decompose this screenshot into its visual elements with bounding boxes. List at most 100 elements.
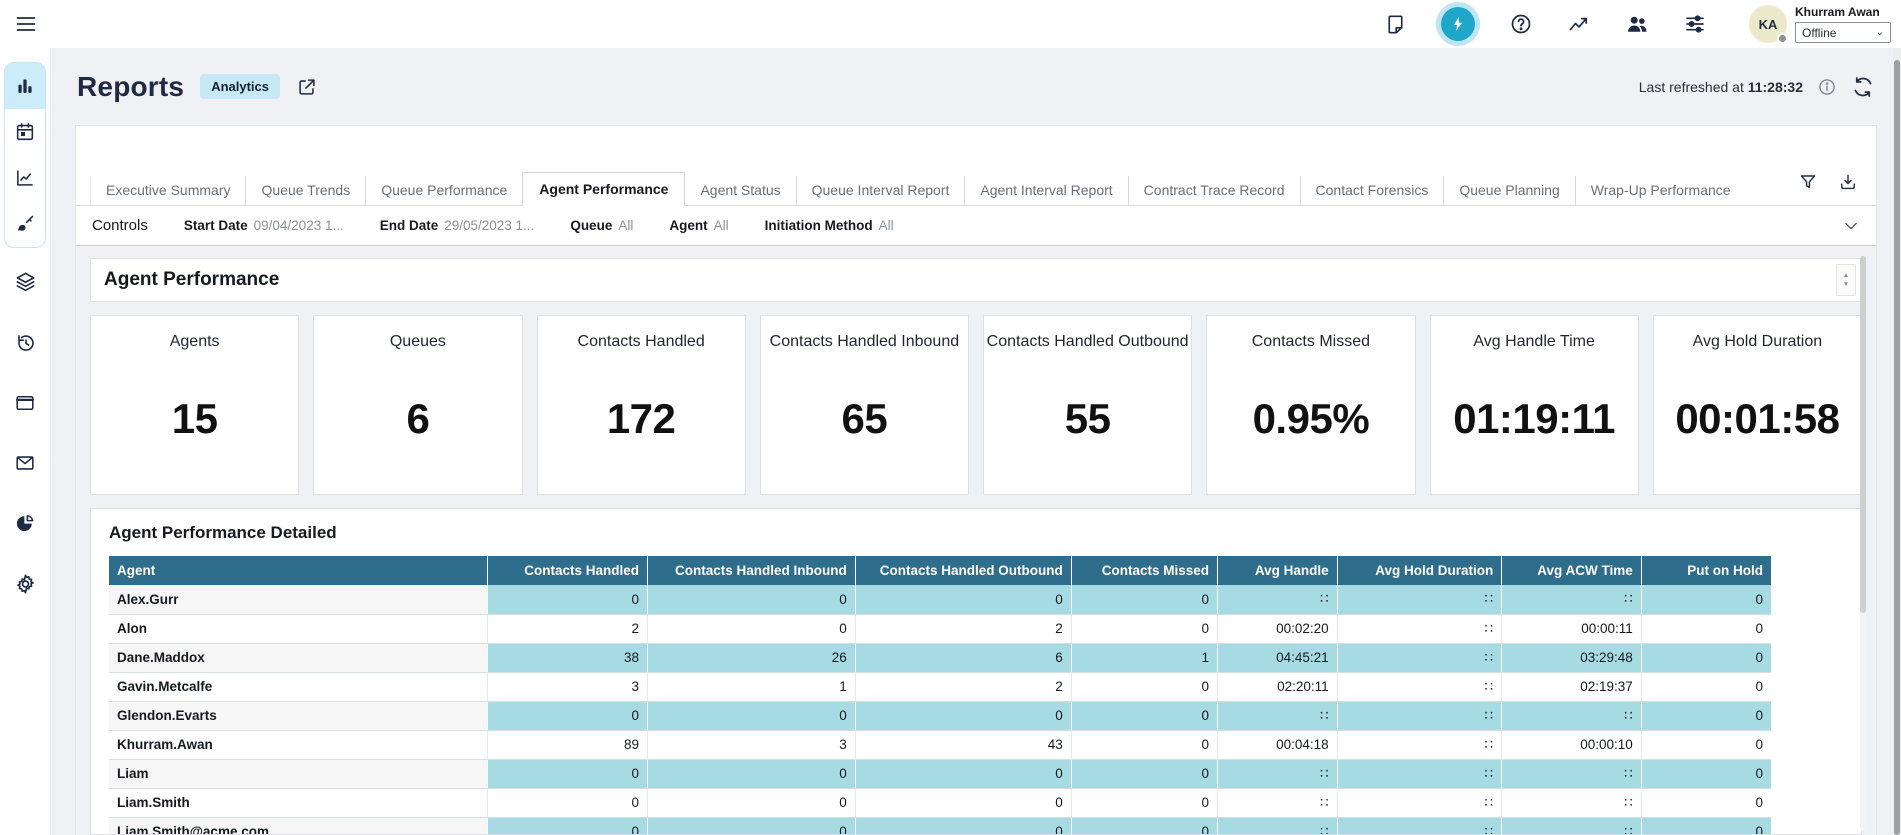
controls-fields: Start Date09/04/2023 1... End Date29/05/2… [184, 218, 894, 233]
filter-end-date[interactable]: End Date29/05/2023 1... [380, 218, 535, 233]
value-cell: 3 [488, 672, 648, 701]
value-cell: 2 [488, 614, 648, 643]
column-header-avg-acw-time[interactable]: Avg ACW Time [1502, 556, 1642, 585]
value-cell: ∷ [1337, 759, 1502, 788]
kpi-card-contacts-handled-outbound: Contacts Handled Outbound55 [983, 315, 1192, 495]
info-icon[interactable] [1817, 77, 1837, 97]
settings-sliders-icon[interactable] [1683, 12, 1707, 36]
column-header-contacts-missed[interactable]: Contacts Missed [1071, 556, 1217, 585]
quick-actions-button[interactable] [1441, 7, 1475, 41]
filter-queue[interactable]: QueueAll [570, 218, 633, 233]
column-header-put-on-hold[interactable]: Put on Hold [1641, 556, 1771, 585]
sidebar-report-group [4, 62, 46, 248]
external-link-icon[interactable] [296, 76, 318, 98]
avatar[interactable]: KA [1749, 5, 1787, 43]
tab-executive-summary[interactable]: Executive Summary [90, 176, 245, 205]
sidebar-item-reports[interactable] [4, 63, 46, 109]
sidebar-item-schedule[interactable] [4, 109, 46, 155]
sidebar-item-metrics[interactable] [4, 155, 46, 201]
kpi-label: Avg Handle Time [1473, 333, 1595, 351]
column-header-contacts-handled-outbound[interactable]: Contacts Handled Outbound [855, 556, 1071, 585]
value-cell: 0 [488, 585, 648, 614]
column-header-contacts-handled-inbound[interactable]: Contacts Handled Inbound [647, 556, 855, 585]
value-cell: 0 [1641, 788, 1771, 817]
tab-contact-forensics[interactable]: Contact Forensics [1300, 176, 1444, 205]
menu-icon[interactable] [14, 12, 38, 36]
users-icon[interactable] [1625, 12, 1649, 36]
status-value: Offline [1802, 26, 1836, 40]
gear-icon[interactable] [14, 572, 37, 595]
value-cell: ∷ [1218, 788, 1338, 817]
app-window-icon[interactable] [14, 392, 36, 414]
value-cell: 0 [1071, 730, 1217, 759]
controls-collapse-chevron-icon[interactable] [1842, 217, 1860, 235]
value-cell: 0 [1071, 759, 1217, 788]
notes-icon[interactable] [1383, 12, 1407, 36]
value-cell: 0 [855, 817, 1071, 835]
agent-name-cell: Alex.Gurr [109, 585, 488, 614]
tab-agent-performance[interactable]: Agent Performance [522, 172, 685, 206]
analytics-badge: Analytics [200, 74, 280, 99]
value-cell: 0 [1641, 672, 1771, 701]
card-scrollbar[interactable] [1860, 256, 1866, 831]
column-header-avg-hold-duration[interactable]: Avg Hold Duration [1337, 556, 1502, 585]
value-cell: ∷ [1337, 585, 1502, 614]
value-cell: 0 [855, 585, 1071, 614]
tab-queue-performance[interactable]: Queue Performance [365, 176, 522, 205]
kpi-card-agents: Agents15 [90, 315, 299, 495]
controls-label: Controls [92, 217, 148, 234]
kpi-value: 172 [607, 395, 676, 443]
value-cell: 0 [488, 817, 648, 835]
tab-contract-trace-record[interactable]: Contract Trace Record [1128, 176, 1300, 205]
pie-chart-icon[interactable] [14, 512, 36, 534]
filter-icon[interactable] [1798, 172, 1818, 192]
tab-queue-trends[interactable]: Queue Trends [245, 176, 365, 205]
agent-name-cell: Liam.Smith@acme.com [109, 817, 488, 835]
kpi-value: 00:01:58 [1675, 395, 1839, 443]
bar-chart-icon [14, 75, 36, 97]
value-cell: 0 [647, 585, 855, 614]
filter-initiation-method[interactable]: Initiation MethodAll [765, 218, 894, 233]
status-select[interactable]: Offline ⌄ [1795, 22, 1891, 43]
value-cell: 0 [1071, 788, 1217, 817]
filter-start-date[interactable]: Start Date09/04/2023 1... [184, 218, 344, 233]
column-header-avg-handle[interactable]: Avg Handle [1218, 556, 1338, 585]
value-cell: 0 [855, 701, 1071, 730]
agent-name-cell: Glendon.Evarts [109, 701, 488, 730]
sidebar-item-designer[interactable] [4, 201, 46, 247]
download-icon[interactable] [1838, 172, 1858, 192]
mail-icon[interactable] [14, 452, 36, 474]
layers-icon[interactable] [14, 270, 37, 293]
tab-agent-interval-report[interactable]: Agent Interval Report [964, 176, 1127, 205]
history-icon[interactable] [14, 331, 37, 354]
table-row-glendon-evarts: Glendon.Evarts0000∷∷∷0 [109, 701, 1771, 730]
tab-queue-interval-report[interactable]: Queue Interval Report [796, 176, 965, 205]
page-scrollbar[interactable] [1893, 48, 1901, 835]
section-title: Agent Performance [104, 269, 279, 291]
value-cell: ∷ [1337, 788, 1502, 817]
filter-agent[interactable]: AgentAll [669, 218, 728, 233]
section-scroll-stepper[interactable]: ▲▼ [1836, 264, 1856, 296]
value-cell: ∷ [1337, 672, 1502, 701]
value-cell: 0 [1641, 730, 1771, 759]
help-icon[interactable] [1509, 12, 1533, 36]
value-cell: 0 [647, 788, 855, 817]
detail-table-title: Agent Performance Detailed [109, 523, 1861, 543]
metrics-icon[interactable] [1567, 12, 1591, 36]
column-header-agent[interactable]: Agent [109, 556, 488, 585]
value-cell: 0 [1071, 701, 1217, 730]
tab-agent-status[interactable]: Agent Status [685, 176, 795, 205]
refresh-icon[interactable] [1851, 75, 1875, 99]
column-header-contacts-handled[interactable]: Contacts Handled [488, 556, 648, 585]
tab-wrap-up-performance[interactable]: Wrap-Up Performance [1575, 176, 1746, 205]
table-row-alex-gurr: Alex.Gurr0000∷∷∷0 [109, 585, 1771, 614]
kpi-label: Contacts Missed [1252, 333, 1370, 351]
page-title: Reports [77, 71, 184, 103]
value-cell: ∷ [1337, 701, 1502, 730]
kpi-grid: Agents15Queues6Contacts Handled172Contac… [90, 315, 1862, 495]
tab-queue-planning[interactable]: Queue Planning [1443, 176, 1574, 205]
value-cell: 03:29:48 [1502, 643, 1642, 672]
value-cell: 26 [647, 643, 855, 672]
value-cell: 00:02:20 [1218, 614, 1338, 643]
value-cell: ∷ [1218, 817, 1338, 835]
